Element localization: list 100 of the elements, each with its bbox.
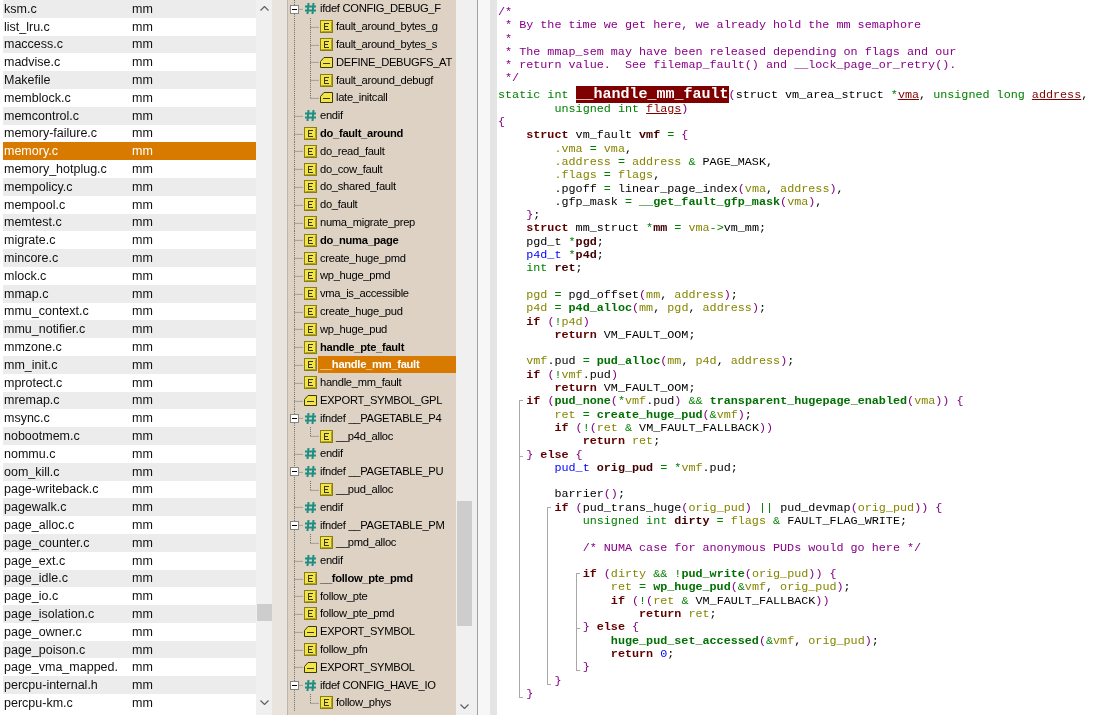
code-line: .flags = flags, [553,169,662,183]
folder-name-cell: mm [132,570,153,587]
symbol-item[interactable]: endif [318,498,345,516]
lined-tile-icon [304,215,317,229]
scroll-thumb[interactable] [456,501,472,626]
symbol-item[interactable]: __pud_alloc [334,480,396,498]
tag-icon [304,394,317,406]
symbol-item[interactable]: do_fault_around [318,124,406,142]
folder-name-cell: mm [132,481,153,498]
minus-box-icon[interactable] [290,520,299,530]
symbol-item[interactable]: wp_huge_pud [318,320,389,338]
minus-box-icon[interactable] [290,413,299,423]
file-name-cell: Makefile [4,72,51,89]
symbol-item[interactable]: ifndef __PAGETABLE_P4 [318,409,444,427]
file-list-row[interactable]: ksm.c mm [3,0,256,18]
file-list-row[interactable]: mmu_notifier.c mm [3,320,256,339]
file-name-cell: page_owner.c [4,623,82,640]
symbol-item[interactable]: do_cow_fault [318,160,385,178]
code-line: return ret; [582,435,662,449]
symbol-item[interactable]: follow_pte_pmd [318,605,397,623]
symbol-item[interactable]: follow_phys [334,694,394,712]
code-line: } [581,661,591,675]
symbol-item[interactable]: wp_huge_pmd [318,267,393,285]
symbol-item[interactable]: vma_is_accessible [318,285,411,303]
symbol-item[interactable]: ifdef CONFIG_DEBUG_F [318,0,443,18]
folder-name-cell: mm [132,285,153,302]
symbol-item[interactable]: DEFINE_DEBUGFS_AT [334,53,454,71]
symbol-item[interactable]: late_initcall [334,89,390,107]
symbol-item[interactable]: fault_around_bytes_s [334,36,439,53]
symbol-item[interactable]: numa_migrate_prep [318,213,418,231]
symbol-item[interactable]: create_huge_pud [318,302,405,320]
minus-box-icon[interactable] [290,4,299,14]
symbol-item[interactable]: do_shared_fault [318,178,398,196]
folder-name-cell: mm [132,250,153,267]
symbol-item[interactable]: __follow_pte_pmd [318,569,415,587]
lined-tile-icon [304,589,317,603]
code-line: } else { [525,448,584,462]
symbol-item[interactable]: do_numa_page [318,231,401,249]
code-line: pgd_t *pgd; [525,235,605,250]
symbol-item[interactable]: fault_around_bytes_g [334,18,440,36]
symbol-item[interactable]: endif [318,552,345,570]
scrollbar[interactable] [256,0,272,715]
symbol-item[interactable]: EXPORT_SYMBOL [318,658,417,676]
minus-box-icon[interactable] [290,680,299,690]
symbol-item[interactable]: ifndef __PAGETABLE_PM [318,516,447,534]
lined-tile-icon [304,126,317,140]
folder-name-cell: mm [132,588,153,605]
symbol-item[interactable]: fault_around_debugf [334,71,435,89]
symbol-item[interactable]: do_read_fault [318,142,387,160]
symbol-item[interactable]: handle_mm_fault [318,374,404,392]
file-list-row[interactable]: percpu-internal.h mm [3,676,256,695]
symbol-item[interactable]: EXPORT_SYMBOL [318,623,417,641]
symbol-item[interactable]: __p4d_alloc [334,427,396,445]
chevron-down-icon[interactable] [259,700,269,705]
folder-name-cell: mm [132,125,153,142]
file-name-cell: oom_kill.c [4,463,60,480]
folder-name-cell: mm [132,694,153,711]
file-list-row[interactable]: page_isolation.c mm [3,605,256,623]
code-line: vmf.pud = pud_alloc(mm, p4d, address); [525,355,796,369]
symbol-item[interactable]: create_huge_pmd [318,249,408,267]
lined-tile-icon [320,696,333,710]
code-line: if (pud_trans_huge(orig_pud) || pud_devmap(orig_pud)) { [553,501,944,515]
file-name-cell: pagewalk.c [4,499,67,516]
code-line: * [504,32,514,46]
chevron-up-icon[interactable] [259,6,269,11]
tag-icon [320,56,333,68]
code-line: .address = address & PAGE_MASK, [553,155,775,170]
scroll-thumb[interactable] [256,604,272,621]
scrollbar[interactable] [456,0,472,715]
chevron-down-icon[interactable] [459,704,469,709]
symbol-item[interactable]: do_fault [318,196,360,214]
file-list-row[interactable]: mincore.c mm [3,249,256,267]
folder-name-cell: mm [132,659,153,676]
file-name-cell: page_vma_mapped. [4,659,118,676]
file-name-cell: list_lru.c [4,18,50,35]
symbol-item[interactable]: ifdef CONFIG_HAVE_IO [318,676,438,694]
lined-tile-icon [304,180,317,194]
symbol-item[interactable]: follow_pte [318,587,370,605]
file-name-cell: page_alloc.c [4,517,75,533]
minus-box-icon[interactable] [290,467,299,477]
symbol-item[interactable]: endif [318,107,345,125]
folder-name-cell: mm [132,623,153,640]
file-list-row[interactable]: pagewalk.c mm [3,498,256,517]
code-line: static int __handle_mm_fault(struct vm_area_struct *vma, unsigned long address, [498,85,1090,103]
folder-name-cell: mm [132,267,153,284]
symbol-item[interactable]: __pmd_alloc [334,534,399,552]
folder-name-cell: mm [132,18,153,35]
file-list-row[interactable]: Makefile mm [3,71,256,89]
lined-tile-icon [304,643,317,657]
file-list-row[interactable]: nobootmem.c mm [3,427,256,445]
file-name-cell: page_counter.c [4,534,90,551]
file-name-cell: percpu-internal.h [4,677,98,694]
symbol-item[interactable]: handle_pte_fault [318,338,407,356]
file-name-cell: mincore.c [4,250,59,267]
symbol-item[interactable]: ifndef __PAGETABLE_PU [318,463,446,481]
symbol-item[interactable]: follow_pfn [318,641,370,659]
symbol-item[interactable]: EXPORT_SYMBOL_GPL [318,391,445,409]
code-line: huge_pud_set_accessed(&vmf, orig_pud); [609,634,880,648]
hash-icon [304,518,317,532]
symbol-item[interactable]: endif [318,445,345,463]
